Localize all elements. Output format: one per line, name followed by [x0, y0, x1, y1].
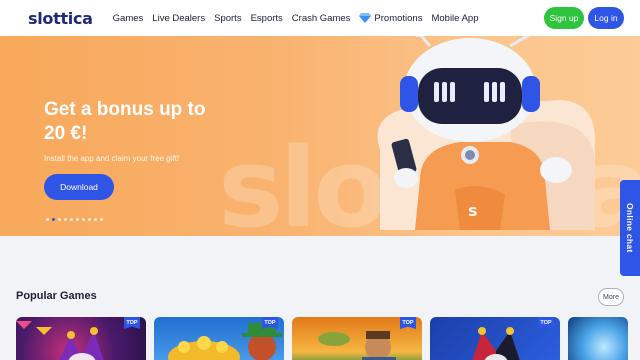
download-button[interactable]: Download: [44, 174, 114, 200]
carousel-dot[interactable]: [94, 218, 97, 221]
nav-promotions-label: Promotions: [374, 12, 423, 24]
hero-title: Get a bonus up to 20 €!: [44, 99, 206, 144]
nav-games[interactable]: Games: [113, 13, 144, 24]
game-card-fisherman[interactable]: TOP: [292, 317, 422, 360]
nav-live-dealers[interactable]: Live Dealers: [152, 13, 205, 24]
carousel-dot[interactable]: [64, 218, 67, 221]
nav-crash-games[interactable]: Crash Games: [292, 13, 351, 24]
carousel-dot[interactable]: [46, 218, 49, 221]
hero-subtitle: Install the app and claim your free gift…: [44, 154, 180, 163]
carousel-dot[interactable]: [58, 218, 61, 221]
nav-esports[interactable]: Esports: [251, 13, 283, 24]
carousel-dot[interactable]: [82, 218, 85, 221]
carousel-dots: [46, 218, 103, 221]
diamond-icon: [359, 13, 372, 23]
auth-buttons: Sign up Log in: [544, 7, 624, 29]
carousel-dot[interactable]: [100, 218, 103, 221]
robot-mascot-illustration: s: [377, 36, 595, 230]
games-row: TOP TOP TOP TOP: [16, 317, 628, 360]
main-nav: Games Live Dealers Sports Esports Crash …: [113, 13, 488, 24]
svg-text:s: s: [468, 201, 478, 220]
signup-button[interactable]: Sign up: [544, 7, 584, 29]
slottica-logo[interactable]: slottica: [28, 9, 93, 28]
nav-sports[interactable]: Sports: [214, 13, 241, 24]
popular-games-title: Popular Games: [16, 290, 97, 302]
hero-banner[interactable]: slottica Get a bonus up to 20 €! Install…: [0, 36, 640, 236]
nav-mobile-app[interactable]: Mobile App: [431, 13, 478, 24]
game-card-jester[interactable]: TOP: [16, 317, 146, 360]
nav-promotions[interactable]: Promotions: [359, 13, 422, 24]
online-chat-label: Online chat: [625, 203, 635, 253]
login-button[interactable]: Log in: [588, 7, 624, 29]
carousel-dot[interactable]: [52, 218, 55, 221]
game-card-ice[interactable]: [568, 317, 628, 360]
carousel-dot[interactable]: [76, 218, 79, 221]
game-card-joker[interactable]: TOP: [430, 317, 560, 360]
top-header: slottica Games Live Dealers Sports Espor…: [0, 0, 640, 36]
carousel-dot[interactable]: [88, 218, 91, 221]
carousel-dot[interactable]: [70, 218, 73, 221]
game-card-coins[interactable]: TOP: [154, 317, 284, 360]
more-button[interactable]: More: [598, 288, 624, 306]
online-chat-tab[interactable]: Online chat: [620, 180, 640, 276]
